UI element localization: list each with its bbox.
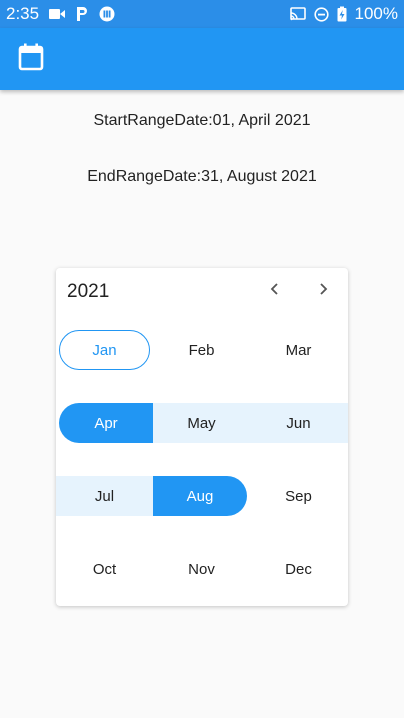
month-cell-sep[interactable]: Sep [250, 476, 347, 516]
month-cell-feb[interactable]: Feb [153, 330, 250, 370]
app-bar [0, 28, 404, 90]
month-cell-jan[interactable]: Jan [59, 330, 150, 370]
battery-percent: 100% [354, 4, 398, 23]
month-cell-jul[interactable]: Jul [56, 476, 153, 516]
video-camera-icon [49, 8, 66, 20]
next-year-button[interactable] [310, 278, 336, 304]
app-notification-icon [99, 6, 115, 22]
calendar-icon [18, 43, 44, 76]
previous-year-button[interactable] [262, 278, 288, 304]
year-title[interactable]: 2021 [67, 281, 109, 303]
chevron-right-icon [317, 282, 329, 301]
cast-icon [289, 7, 306, 21]
end-range-date-text: EndRangeDate:31, August 2021 [87, 168, 317, 185]
month-cell-aug[interactable]: Aug [153, 476, 247, 516]
picker-header: 2021 [56, 268, 348, 316]
month-cell-mar[interactable]: Mar [250, 330, 347, 370]
status-time: 2:35 [6, 4, 40, 23]
month-cell-may[interactable]: May [153, 403, 250, 443]
month-range-picker: 2021 Jan Feb Mar Apr May Jun Jul Aug Sep… [56, 268, 348, 606]
calendar-button[interactable] [16, 43, 46, 76]
chevron-left-icon [269, 282, 281, 301]
parking-icon [75, 6, 89, 22]
do-not-disturb-icon [313, 6, 329, 22]
month-cell-dec[interactable]: Dec [250, 549, 347, 589]
status-bar: 2:35 100% [0, 0, 404, 28]
month-cell-nov[interactable]: Nov [153, 549, 250, 589]
start-range-date-text: StartRangeDate:01, April 2021 [93, 112, 311, 129]
month-cell-jun[interactable]: Jun [250, 403, 347, 443]
battery-charging-icon [337, 6, 347, 22]
month-cell-oct[interactable]: Oct [56, 549, 153, 589]
month-cell-apr[interactable]: Apr [59, 403, 153, 443]
